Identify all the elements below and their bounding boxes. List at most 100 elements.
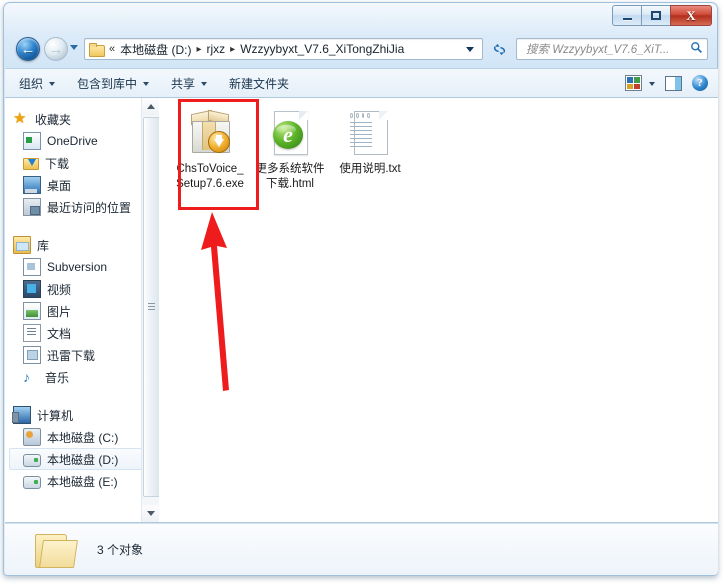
video-icon	[23, 280, 41, 298]
scroll-up-button[interactable]	[142, 98, 159, 115]
computer-icon	[12, 406, 31, 424]
sidebar-item-thunder-download[interactable]: 迅雷下载	[5, 344, 159, 366]
forward-button[interactable]: →	[44, 37, 68, 61]
maximize-button[interactable]	[641, 5, 670, 26]
toolbar-organize[interactable]: 组织	[11, 72, 63, 95]
history-dropdown-icon[interactable]	[70, 45, 78, 50]
file-item-html[interactable]: e 更多系统软件下载.html	[250, 103, 330, 192]
folder-icon	[33, 532, 78, 568]
breadcrumb-item-1[interactable]: rjxz	[203, 42, 228, 56]
sidebar-item-onedrive-label: OneDrive	[47, 134, 98, 148]
close-icon: X	[686, 8, 696, 23]
refresh-button[interactable]	[488, 38, 510, 60]
chevron-down-icon	[49, 82, 56, 86]
chevron-down-icon	[143, 82, 150, 86]
toolbar-share[interactable]: 共享	[163, 72, 215, 95]
explorer-window: X ← → « 本地磁盘 (D:) ▸ rjxz ▸ Wzzyybyxt_V7.…	[3, 2, 718, 576]
maximize-icon	[651, 11, 661, 20]
breadcrumb-item-2[interactable]: Wzzyybyxt_V7.6_XiTongZhiJia	[237, 42, 407, 56]
picture-icon	[23, 302, 41, 320]
sidebar-divider	[5, 388, 159, 404]
minimize-button[interactable]	[612, 5, 641, 26]
sidebar-item-drive-c[interactable]: 本地磁盘 (C:)	[5, 426, 159, 448]
change-view-icon[interactable]	[625, 75, 642, 91]
file-list-pane[interactable]: ChsToVoice_Setup7.6.exe e 更多系统软件下载.html	[160, 98, 718, 522]
sidebar-item-drive-d-label: 本地磁盘 (D:)	[47, 452, 119, 467]
sidebar-item-downloads[interactable]: 下载	[5, 152, 159, 174]
recent-places-icon	[23, 198, 41, 216]
sidebar-item-recent-places[interactable]: 最近访问的位置	[5, 196, 159, 218]
sidebar-item-documents-label: 文档	[47, 326, 72, 341]
sidebar-item-drive-e-label: 本地磁盘 (E:)	[47, 474, 118, 489]
toolbar-right-group: ?	[625, 75, 718, 91]
sidebar-group-computer-label: 计算机	[37, 408, 74, 423]
address-bar[interactable]: « 本地磁盘 (D:) ▸ rjxz ▸ Wzzyybyxt_V7.6_XiTo…	[84, 38, 483, 60]
chevron-down-icon	[201, 82, 208, 86]
breadcrumb-item-0[interactable]: 本地磁盘 (D:)	[117, 41, 194, 58]
search-icon[interactable]	[685, 41, 707, 57]
breadcrumb-overflow[interactable]: «	[107, 43, 117, 55]
status-bar: 3 个对象	[5, 523, 718, 575]
html-ie-icon: e	[266, 109, 314, 157]
library-icon	[13, 236, 31, 254]
sidebar-group-favorites[interactable]: ★ 收藏夹	[5, 108, 159, 130]
breadcrumb: « 本地磁盘 (D:) ▸ rjxz ▸ Wzzyybyxt_V7.6_XiTo…	[107, 41, 466, 58]
download-badge-icon	[208, 131, 230, 153]
sidebar-item-subversion-label: Subversion	[47, 260, 108, 274]
search-box[interactable]: 搜索 Wzzyybyxt_V7.6_XiT...	[516, 38, 708, 60]
file-item-txt[interactable]: 使用说明.txt	[330, 103, 410, 192]
drive-icon	[23, 476, 41, 489]
status-item-count: 3 个对象	[97, 543, 144, 557]
help-icon[interactable]: ?	[692, 75, 708, 91]
sidebar-item-drive-e[interactable]: 本地磁盘 (E:)	[5, 470, 159, 492]
back-button[interactable]: ←	[16, 37, 40, 61]
sidebar-item-drive-d[interactable]: 本地磁盘 (D:)	[9, 448, 156, 470]
scrollbar-thumb[interactable]	[143, 117, 159, 497]
close-button[interactable]: X	[670, 5, 712, 26]
download-folder-icon	[23, 155, 39, 171]
forward-arrow-icon: →	[48, 40, 64, 58]
sidebar-item-pictures-label: 图片	[47, 304, 72, 319]
sidebar-item-drive-c-label: 本地磁盘 (C:)	[47, 430, 119, 445]
back-arrow-icon: ←	[20, 40, 36, 58]
toolbar-include-in-library[interactable]: 包含到库中	[69, 72, 157, 95]
text-file-icon	[346, 109, 394, 157]
scroll-down-button[interactable]	[142, 505, 159, 522]
sidebar-item-documents[interactable]: 文档	[5, 322, 159, 344]
search-input[interactable]: 搜索 Wzzyybyxt_V7.6_XiT...	[517, 41, 685, 57]
scrollbar-grip-icon	[148, 303, 155, 311]
sidebar-item-desktop-label: 桌面	[47, 178, 72, 193]
sidebar-item-recent-places-label: 最近访问的位置	[47, 200, 132, 215]
sidebar-item-onedrive[interactable]: OneDrive	[5, 130, 159, 152]
window-controls: X	[612, 5, 712, 26]
sidebar-group-libraries[interactable]: 库	[5, 234, 159, 256]
drive-icon	[23, 454, 41, 467]
sidebar-item-music-label: 音乐	[45, 370, 70, 385]
toolbar-new-folder[interactable]: 新建文件夹	[221, 72, 297, 95]
title-bar: X	[4, 3, 717, 32]
thunder-download-icon	[23, 346, 41, 364]
sidebar-item-subversion[interactable]: Subversion	[5, 256, 159, 278]
address-dropdown-icon[interactable]	[466, 46, 474, 52]
sidebar-item-videos[interactable]: 视频	[5, 278, 159, 300]
screenshot-root: X ← → « 本地磁盘 (D:) ▸ rjxz ▸ Wzzyybyxt_V7.…	[0, 0, 727, 584]
view-dropdown-icon[interactable]	[649, 82, 655, 86]
browser-e-icon: e	[273, 121, 303, 149]
sidebar-item-desktop[interactable]: 桌面	[5, 174, 159, 196]
sidebar-group-favorites-label: 收藏夹	[35, 112, 72, 127]
toolbar-share-label: 共享	[171, 76, 196, 91]
preview-pane-icon[interactable]	[665, 75, 682, 91]
toolbar-include-in-library-label: 包含到库中	[77, 76, 138, 91]
toolbar-new-folder-label: 新建文件夹	[229, 76, 290, 91]
sidebar-item-downloads-label: 下载	[45, 156, 70, 171]
subversion-icon	[23, 258, 41, 276]
sidebar-item-music[interactable]: ♪ 音乐	[5, 366, 159, 388]
sidebar-divider	[5, 218, 159, 234]
file-item-exe[interactable]: ChsToVoice_Setup7.6.exe	[170, 103, 250, 192]
music-icon: ♪	[23, 369, 30, 385]
sidebar-item-pictures[interactable]: 图片	[5, 300, 159, 322]
sidebar-scrollbar[interactable]	[141, 98, 159, 522]
sidebar-group-computer[interactable]: 计算机	[5, 404, 159, 426]
chevron-down-icon	[146, 511, 155, 516]
command-toolbar: 组织 包含到库中 共享 新建文件夹 ?	[5, 68, 718, 98]
